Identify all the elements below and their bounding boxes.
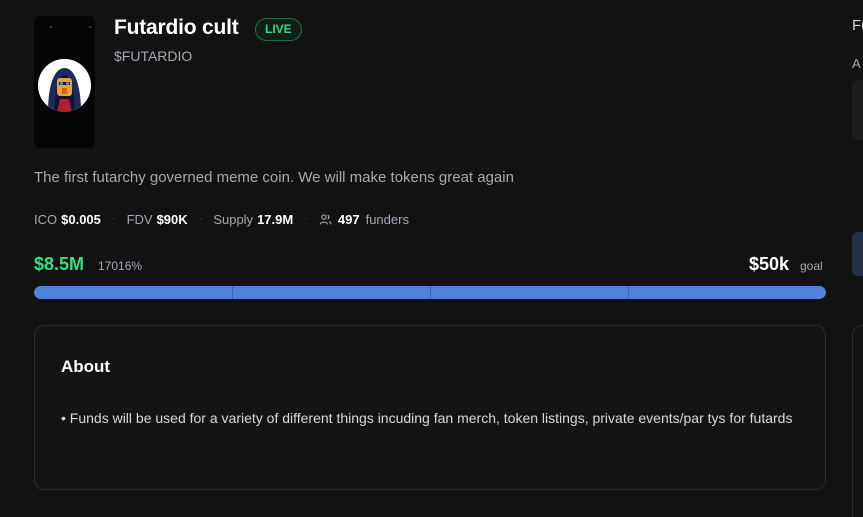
logo-dot [89,26,91,28]
logo-dot [50,26,52,28]
funders-label: funders [365,211,409,227]
project-page: Futardio cult LIVE $FUTARDIO The first f… [0,0,863,517]
stats-row: ICO $0.005 · FDV $90K · Supply 17.9M · 4… [34,211,409,227]
about-title: About [61,357,111,376]
funding-percent: 17016% [98,259,143,273]
hooded-figure-icon [38,59,91,112]
project-title: Futardio cult [114,16,239,39]
fdv-label: FDV [126,211,153,227]
stats-separator: · [198,213,203,225]
supply-value: 17.9M [257,211,294,227]
project-ticker: $FUTARDIO [114,48,193,64]
sidebar-input[interactable] [852,80,863,140]
progress-segment-divider [430,286,431,299]
sidebar-label: A [852,56,861,71]
about-card: About • Funds will be used for a variety… [34,325,826,490]
project-avatar [38,59,91,112]
ico-label: ICO [34,211,58,227]
funding-progress-bar [34,286,826,299]
ico-value: $0.005 [61,211,101,227]
sidebar-action-button[interactable] [852,232,863,276]
goal-label: goal [800,259,823,273]
live-status-badge: LIVE [255,18,302,41]
stats-separator: · [304,213,308,225]
users-icon [319,213,332,225]
sidebar-heading: Fu [852,17,863,34]
supply-label: Supply [213,211,254,227]
sidebar-card [852,325,863,517]
about-text: • Funds will be used for a variety of di… [61,410,793,426]
funders-count: 497 [337,211,360,227]
progress-segment-divider [232,286,233,299]
goal-amount: $50k [749,254,790,274]
progress-segment-divider [628,286,629,299]
stats-separator: · [111,213,116,225]
project-logo-card [34,16,95,148]
project-description: The first futarchy governed meme coin. W… [34,169,514,186]
amount-raised: $8.5M [34,254,85,274]
fdv-value: $90K [156,211,188,227]
